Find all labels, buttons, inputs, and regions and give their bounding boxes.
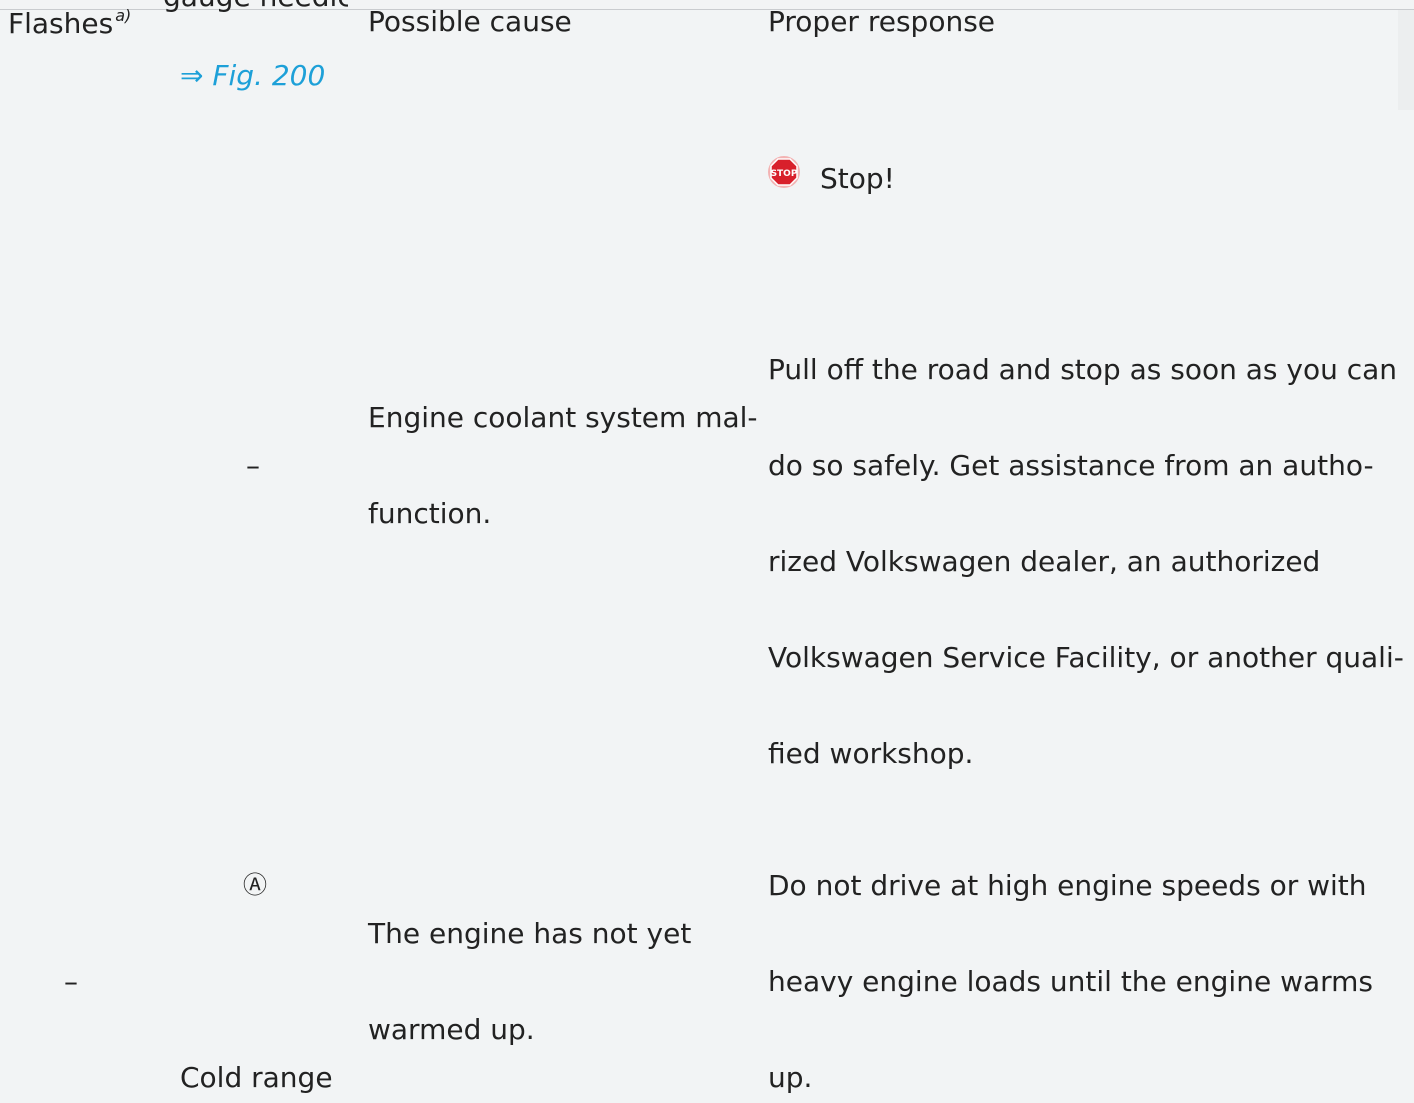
marker-a-icon: Ⓐ — [243, 871, 267, 899]
response-line: fied workshop. — [768, 737, 974, 770]
cause-line: Engine coolant system mal- — [368, 401, 758, 434]
cause-line: The engine has not yet — [368, 917, 692, 950]
response-line: Do not drive at high engine speeds or wi… — [768, 869, 1367, 902]
header-shade — [1398, 10, 1414, 110]
footnote-marker: a) — [115, 6, 132, 25]
header-needle-clipped: gauge needle — [163, 0, 348, 16]
response-line: rized Volkswagen dealer, an authorized — [768, 545, 1321, 578]
response-line: heavy engine loads until the engine warm… — [768, 965, 1374, 998]
header-response: Proper response — [768, 5, 996, 38]
header-flashes: Flashes a) — [8, 8, 131, 38]
response-line: up. — [768, 1061, 813, 1094]
cause-line: function. — [368, 497, 492, 530]
header-cause: Possible cause — [368, 5, 572, 38]
response-title-stop: Stop! — [820, 162, 895, 195]
header-flashes-label: Flashes — [8, 7, 114, 40]
cause-line: warmed up. — [368, 1013, 535, 1046]
needle-cold-range: Cold range — [180, 1061, 333, 1094]
header-needle-label: gauge needle — [163, 0, 348, 13]
response-line: Pull off the road and stop as soon as yo… — [768, 353, 1398, 386]
response-line: do so safely. Get assistance from an aut… — [768, 449, 1374, 482]
svg-text:STOP: STOP — [771, 169, 798, 179]
response-line: Volkswagen Service Facility, or another … — [768, 641, 1404, 674]
stop-sign-icon: STOP — [768, 156, 800, 188]
figure-link[interactable]: ⇒ Fig. 200 — [180, 62, 325, 90]
flashes-dash: – — [64, 965, 78, 998]
needle-dash: – — [246, 449, 260, 482]
